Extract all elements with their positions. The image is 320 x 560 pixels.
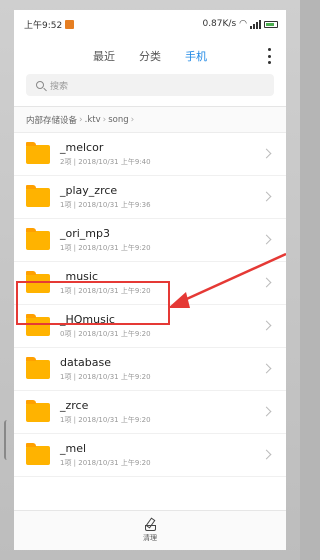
chevron-right-icon <box>261 406 272 417</box>
chevron-right-icon <box>261 191 272 202</box>
file-name: _HQmusic <box>60 313 115 326</box>
folder-icon <box>26 356 50 379</box>
file-name: _play_zrce <box>60 184 118 197</box>
bottom-bar: 清理 <box>14 510 286 550</box>
file-meta: 2项 | 2018/10/31 上午9:40 <box>60 158 151 166</box>
file-name: database <box>60 356 111 369</box>
tab-phone[interactable]: 手机 <box>173 44 219 68</box>
breadcrumb: 内部存储设备 › .ktv › song › <box>14 107 286 133</box>
folder-icon <box>26 227 50 250</box>
folder-icon <box>26 399 50 422</box>
tab-bar: 最近 分类 手机 <box>14 38 286 74</box>
file-meta: 1项 | 2018/10/31 上午9:20 <box>60 416 151 424</box>
wifi-icon: ◠ <box>239 19 247 29</box>
folder-icon <box>26 184 50 207</box>
search-placeholder: 搜索 <box>50 81 69 92</box>
file-meta: 1项 | 2018/10/31 上午9:36 <box>60 201 151 209</box>
folder-icon <box>26 270 50 293</box>
file-name: _mel <box>60 442 87 455</box>
signal-icon <box>250 19 261 29</box>
file-meta: 1项 | 2018/10/31 上午9:20 <box>60 373 151 381</box>
file-row[interactable]: database 1项 | 2018/10/31 上午9:20 <box>14 348 286 391</box>
file-name: _zrce <box>60 399 89 412</box>
chevron-right-icon <box>261 234 272 245</box>
tab-category[interactable]: 分类 <box>127 44 173 68</box>
chevron-right-icon <box>261 148 272 159</box>
breadcrumb-item[interactable]: song <box>108 115 128 125</box>
status-time: 上午9:52 <box>24 20 63 31</box>
file-row[interactable]: _mel 1项 | 2018/10/31 上午9:20 <box>14 434 286 477</box>
search-input[interactable]: 搜索 <box>26 74 274 96</box>
folder-icon <box>26 442 50 465</box>
phone-shell: 上午9:52 0.87K/s ◠ 最近 分类 手机 搜索 内部存储设备 › .k… <box>0 0 300 560</box>
screen: 上午9:52 0.87K/s ◠ 最近 分类 手机 搜索 内部存储设备 › .k… <box>14 10 286 550</box>
file-row[interactable]: _zrce 1项 | 2018/10/31 上午9:20 <box>14 391 286 434</box>
chevron-right-icon <box>261 449 272 460</box>
phone-side-button <box>4 420 10 460</box>
file-name: _ori_mp3 <box>60 227 111 240</box>
more-icon[interactable] <box>264 48 274 64</box>
chevron-right-icon: › <box>130 114 135 125</box>
file-meta: 1项 | 2018/10/31 上午9:20 <box>60 287 151 295</box>
chevron-right-icon <box>261 320 272 331</box>
network-speed: 0.87K/s <box>202 19 237 29</box>
chevron-right-icon: › <box>79 114 83 125</box>
chevron-right-icon: › <box>102 114 107 125</box>
file-row[interactable]: _play_zrce 1项 | 2018/10/31 上午9:36 <box>14 176 286 219</box>
file-meta: 0项 | 2018/10/31 上午9:20 <box>60 330 151 338</box>
folder-icon <box>26 141 50 164</box>
folder-icon <box>26 313 50 336</box>
file-meta: 1项 | 2018/10/31 上午9:20 <box>60 459 151 467</box>
breadcrumb-item[interactable]: .ktv <box>85 115 101 125</box>
clean-icon[interactable] <box>144 518 156 531</box>
clean-label[interactable]: 清理 <box>143 533 157 543</box>
chevron-right-icon <box>261 363 272 374</box>
app-notification-icon <box>65 19 75 29</box>
breadcrumb-item[interactable]: 内部存储设备 <box>26 114 77 126</box>
search-icon <box>36 81 44 89</box>
battery-icon <box>264 20 278 28</box>
file-name: _music <box>60 270 99 283</box>
status-bar: 上午9:52 0.87K/s ◠ <box>14 10 286 38</box>
file-name: _melcor <box>60 141 104 154</box>
file-row[interactable]: _melcor 2项 | 2018/10/31 上午9:40 <box>14 133 286 176</box>
annotation-arrow <box>168 252 286 308</box>
file-meta: 1项 | 2018/10/31 上午9:20 <box>60 244 151 252</box>
tab-recent[interactable]: 最近 <box>81 44 127 68</box>
